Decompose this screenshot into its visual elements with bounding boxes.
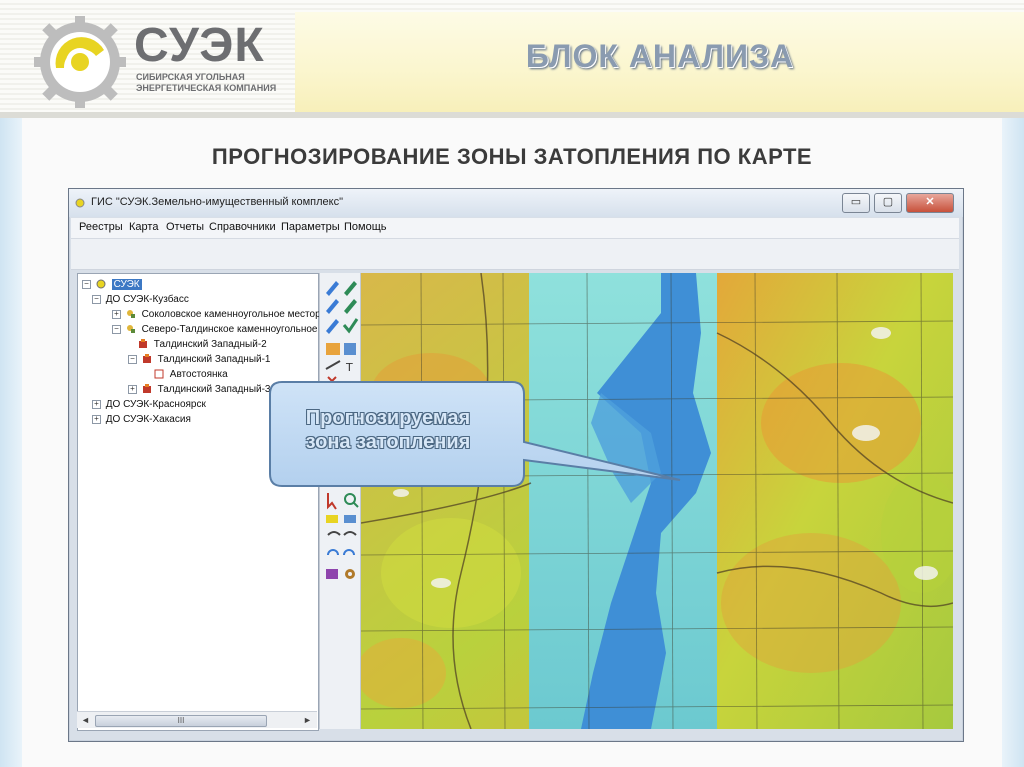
tree-label-zapadny3: Талдинский Западный-3 [157,384,271,395]
select-icon[interactable] [326,343,340,355]
minimize-button[interactable]: ▭ [842,193,870,213]
deposit-icon [126,325,135,334]
object-tree[interactable]: − СУЭК − ДО СУЭК-Кузбасс + Соколовское к… [77,273,338,731]
svg-text:T: T [345,361,353,374]
maximize-button[interactable]: ▢ [874,193,902,213]
scroll-left-icon[interactable]: ◄ [81,715,90,725]
brand-name: СУЭК [134,19,265,72]
slide-subtitle: ПРОГНОЗИРОВАНИЕ ЗОНЫ ЗАТОПЛЕНИЯ ПО КАРТЕ [211,144,813,169]
tree-item-root[interactable]: − СУЭК [82,278,142,291]
sync-icon[interactable] [343,549,355,556]
collapse-icon[interactable]: − [112,324,121,334]
menu-karta[interactable]: Карта [129,221,158,233]
callout-line1: Прогнозируемая [305,407,471,429]
tree-item-zapadny1[interactable]: − Талдинский Западный-1 [128,353,271,366]
collapse-icon[interactable]: − [128,354,137,364]
menu-otchety[interactable]: Отчеты [166,221,204,233]
collapse-icon[interactable]: − [92,294,101,304]
tree-item-khakasia[interactable]: + ДО СУЭК-Хакасия [92,413,191,426]
expand-icon[interactable]: + [128,384,137,394]
tree-item-kuzbass[interactable]: − ДО СУЭК-Кузбасс [92,293,189,306]
slide-header: СУЭК СИБИРСКАЯ УГОЛЬНАЯ ЭНЕРГЕТИЧЕСКАЯ К… [0,0,1024,118]
close-button[interactable]: ✕ [906,193,954,213]
rotate-icon[interactable] [327,549,339,556]
brand-subtitle-line2: ЭНЕРГЕТИЧЕСКАЯ КОМПАНИЯ [136,83,277,93]
print-icon[interactable] [326,569,338,579]
expand-icon[interactable]: + [92,399,101,409]
scroll-thumb[interactable]: III [95,715,267,727]
left-side-bar [0,118,22,767]
check-icon[interactable] [342,318,359,334]
tree-label-khakasia: ДО СУЭК-Хакасия [105,414,191,425]
window-title: ГИС "СУЭК.Земельно-имущественный комплек… [91,196,344,208]
menu-bar: Реестры Карта Отчеты Справочники Парамет… [71,218,959,239]
minimize-icon: ▭ [850,196,862,208]
tree-label-krasnoyarsk: ДО СУЭК-Красноярск [105,399,206,410]
tree-item-krasnoyarsk[interactable]: + ДО СУЭК-Красноярск [92,398,206,411]
company-icon [96,279,106,289]
pointer-icon[interactable] [327,493,337,510]
map-canvas[interactable] [361,273,953,729]
callout-line2: зона затопления [305,431,471,453]
scroll-right-icon[interactable]: ► [303,715,312,725]
land-plot-icon [142,354,151,364]
tree-label-root: СУЭК [111,279,142,290]
terrain-map[interactable] [361,273,953,729]
draw-pencil-icon[interactable] [326,281,339,296]
map-tool-palette: T Abc Abc [319,273,361,729]
menu-parametry[interactable]: Параметры [281,221,340,233]
close-icon: ✕ [925,196,935,208]
node-move-icon[interactable] [344,299,357,314]
tree-label-sokolovskoe: Соколовское каменноугольное месторож [141,309,333,320]
tree-item-zapadny3[interactable]: + Талдинский Западный-3 [128,383,271,396]
deposit-icon [126,310,135,319]
tree-horizontal-scrollbar[interactable]: ◄ III ► [77,711,317,728]
brand-subtitle: СИБИРСКАЯ УГОЛЬНАЯ ЭНЕРГЕТИЧЕСКАЯ КОМПАН… [136,72,276,94]
expand-icon[interactable]: + [112,309,121,319]
flood-zone-callout: Прогнозируемая зона затопления [268,380,681,488]
frame-icon[interactable] [344,343,356,355]
tree-label-kuzbass: ДО СУЭК-Кузбасс [105,294,189,305]
tree-label-avtostoyanka: Автостоянка [169,369,228,380]
brand-subtitle-line1: СИБИРСКАЯ УГОЛЬНАЯ [136,72,245,82]
tree-item-sokolovskoe[interactable]: + Соколовское каменноугольное месторож [112,308,333,321]
suek-logo-icon [34,16,126,108]
tree-item-avtostoyanka[interactable]: Автостоянка [154,368,228,381]
node-edit-icon[interactable] [326,299,339,314]
menu-pomosch[interactable]: Помощь [344,221,387,233]
app-icon [75,198,85,208]
menu-reestry[interactable]: Реестры [79,221,123,233]
measure-icon[interactable] [325,360,341,370]
tree-label-severo: Северо-Талдинское каменноугольное мес [141,324,338,335]
layers-icon[interactable] [344,515,356,523]
polygon-icon[interactable] [326,319,339,334]
section-title: БЛОК АНАЛИЗА [525,38,795,74]
settings-gear-icon[interactable] [345,569,355,579]
toolbar-strip [71,239,959,270]
text-tool-icon[interactable]: T [345,361,353,374]
collapse-icon[interactable]: − [82,279,91,289]
tree-label-zapadny2: Талдинский Западный-2 [153,339,267,350]
land-plot-icon [139,339,147,349]
expand-icon[interactable]: + [92,414,101,424]
layer-icon[interactable] [326,515,338,523]
zoom-icon[interactable] [344,493,359,508]
edit-pencil-icon[interactable] [344,281,357,296]
undo-icon[interactable] [327,531,341,536]
window-titlebar[interactable]: ГИС "СУЭК.Земельно-имущественный комплек… [69,189,963,217]
tree-label-zapadny1: Талдинский Западный-1 [157,354,271,365]
land-plot-icon [142,384,151,394]
menu-spravochniki[interactable]: Справочники [209,221,276,233]
redo-icon[interactable] [343,531,357,536]
object-icon [154,369,164,379]
maximize-icon: ▢ [882,196,894,208]
tree-item-severo[interactable]: − Северо-Талдинское каменноугольное мес [112,323,338,336]
tree-item-zapadny2[interactable]: Талдинский Западный-2 [138,338,267,351]
right-side-bar [1002,118,1024,767]
callout-label: Прогнозируемая зона затопления [268,406,508,454]
